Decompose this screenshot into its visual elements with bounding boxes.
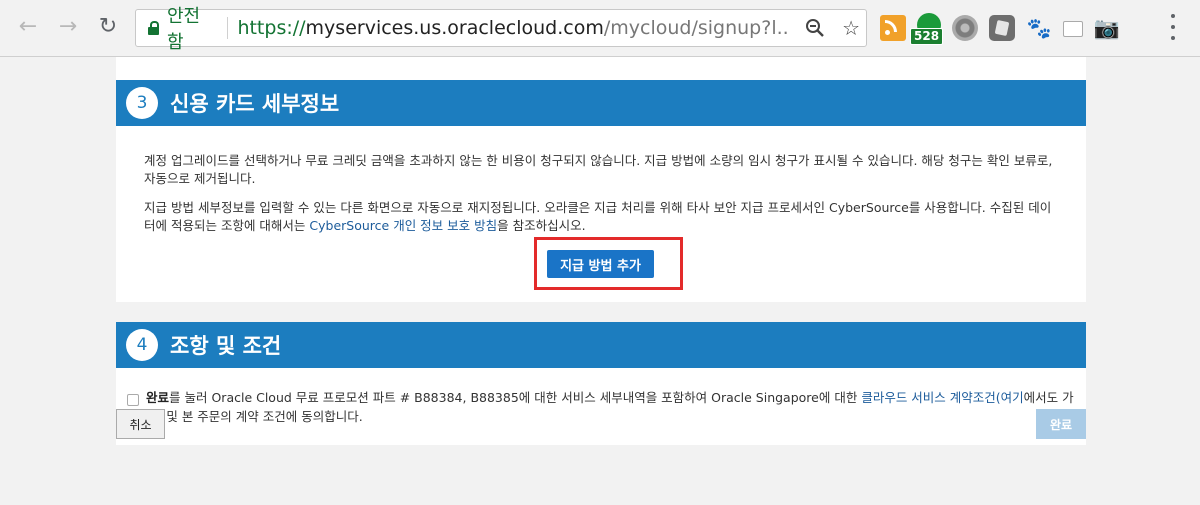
secure-label: 안전함 <box>166 6 201 53</box>
step-number: 3 <box>126 87 158 119</box>
agree-checkbox[interactable] <box>127 394 139 406</box>
reload-icon[interactable]: ↻ <box>94 12 122 40</box>
cloud-service-agreement-link[interactable]: 클라우드 서비스 계약조건 <box>861 390 995 405</box>
gear-icon[interactable] <box>952 15 978 41</box>
forward-arrow-icon[interactable]: → <box>54 12 82 40</box>
rss-icon[interactable] <box>880 15 906 41</box>
section-title: 신용 카드 세부정보 <box>170 92 340 116</box>
done-button[interactable]: 완료 <box>1036 409 1086 439</box>
url-path: /mycloud/signup?l... <box>603 17 791 39</box>
url-host: myservices.us.oraclecloud.com <box>305 17 604 39</box>
cybersource-privacy-link[interactable]: CyberSource 개인 정보 보호 방침 <box>309 218 497 233</box>
redirect-text-end: 을 참조하십시오. <box>497 218 586 233</box>
browser-toolbar: ← → ↻ 안전함 https://myservices.us.oraclecl… <box>0 0 1200 57</box>
paw-icon[interactable]: 🐾 <box>1026 15 1052 41</box>
url-scheme: https:// <box>237 17 306 39</box>
add-payment-method-button[interactable]: 지급 방법 추가 <box>547 250 654 278</box>
here-link[interactable]: (여기 <box>996 390 1024 405</box>
url-text[interactable]: https://myservices.us.oraclecloud.com/my… <box>237 17 790 39</box>
billing-notice-text: 계정 업그레이드를 선택하거나 무료 크레딧 금액을 초과하지 않는 한 비용이… <box>144 153 1053 186</box>
menu-dots-icon[interactable] <box>1165 14 1181 40</box>
payment-section-header: 3 신용 카드 세부정보 <box>116 80 1086 126</box>
address-bar[interactable]: 안전함 https://myservices.us.oraclecloud.co… <box>135 6 867 53</box>
payment-card: 3 신용 카드 세부정보 계정 업그레이드를 선택하거나 무료 크레딧 금액을 … <box>116 57 1086 302</box>
cancel-button[interactable]: 취소 <box>116 409 165 439</box>
terms-agreement-text: 완료를 눌러 Oracle Cloud 무료 프로모션 파트 # B88384,… <box>146 388 1076 426</box>
badge-extension-icon[interactable]: 528 <box>910 13 944 45</box>
window-icon[interactable] <box>1063 21 1083 37</box>
done-keyword: 완료 <box>146 390 170 405</box>
redirect-text: 지급 방법 세부정보를 입력할 수 있는 다른 화면으로 자동으로 재지정됩니다… <box>144 200 1052 233</box>
zoom-icon[interactable] <box>800 13 830 43</box>
star-icon[interactable]: ☆ <box>836 13 866 43</box>
redirect-notice-text: 지급 방법 세부정보를 입력할 수 있는 다른 화면으로 자동으로 재지정됩니다… <box>144 199 1062 235</box>
pocket-icon[interactable] <box>989 15 1015 41</box>
extension-badge-count: 528 <box>910 28 944 45</box>
step-number: 4 <box>126 329 158 361</box>
terms-card: 4 조항 및 조건 완료를 눌러 Oracle Cloud 무료 프로모션 파트… <box>116 322 1086 445</box>
extension-bar: 528 🐾 📷 <box>880 12 1131 45</box>
terms-section-header: 4 조항 및 조건 <box>116 322 1086 368</box>
address-divider <box>227 17 229 39</box>
page-content: 3 신용 카드 세부정보 계정 업그레이드를 선택하거나 무료 크레딧 금액을 … <box>0 57 1200 505</box>
section-title: 조항 및 조건 <box>170 334 282 358</box>
camera-icon[interactable]: 📷 <box>1094 15 1120 41</box>
lock-icon <box>148 21 159 35</box>
terms-text: 를 눌러 Oracle Cloud 무료 프로모션 파트 # B88384, B… <box>169 390 862 405</box>
back-arrow-icon[interactable]: ← <box>14 12 42 40</box>
